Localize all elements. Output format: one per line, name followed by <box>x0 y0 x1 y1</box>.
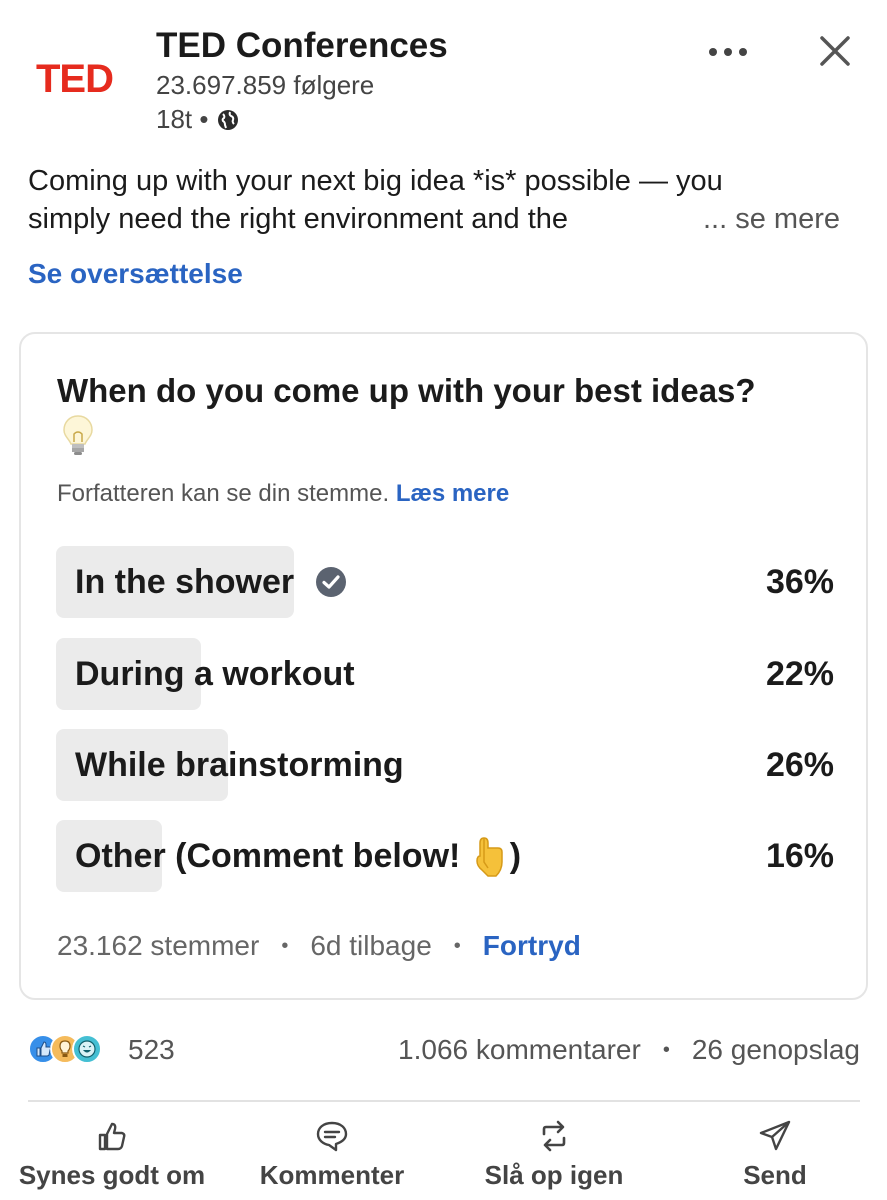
poll-card: When do you come up with your best ideas… <box>19 332 868 1000</box>
comment-icon <box>316 1121 348 1152</box>
read-more-link[interactable]: Læs mere <box>396 480 509 507</box>
like-button[interactable]: Synes godt om <box>12 1110 212 1200</box>
comment-button[interactable]: Kommenter <box>252 1110 412 1200</box>
post-time: 18t • <box>156 104 209 134</box>
send-button[interactable]: Send <box>720 1110 830 1200</box>
repost-icon <box>542 1120 566 1152</box>
like-label: Synes godt om <box>18 1160 206 1190</box>
pointing-down-icon <box>476 837 503 877</box>
poll-option-label: Other (Comment below! <box>75 837 470 875</box>
social-counts: 523 1.066 kommentarer • 26 genopslag <box>28 1030 860 1074</box>
light-bulb-icon <box>63 415 93 455</box>
funny-reaction-icon <box>72 1034 102 1064</box>
poll-option-percent: 22% <box>765 655 834 693</box>
poll-question: When do you come up with your best ideas… <box>57 372 756 409</box>
poll-footer: 23.162 stemmer • 6d tilbage • Fortryd <box>57 930 581 962</box>
action-bar: Synes godt om Kommenter Slå op igen Send <box>0 1110 887 1200</box>
post-meta: 18t • <box>156 104 240 135</box>
poll-option-label-end: ) <box>509 837 522 875</box>
poll-option[interactable]: During a workout 22% <box>56 638 834 710</box>
poll-option-label: While brainstorming <box>75 746 404 784</box>
post-text-line: simply need the right environment and th… <box>28 200 858 238</box>
comment-count[interactable]: 1.066 kommentarer <box>398 1034 641 1066</box>
see-translation-link[interactable]: Se oversættelse <box>28 258 243 290</box>
poll-option-percent: 36% <box>765 563 834 601</box>
globe-icon <box>218 109 239 130</box>
more-options-button[interactable] <box>700 32 756 72</box>
send-label: Send <box>743 1160 807 1190</box>
send-icon <box>759 1120 791 1151</box>
poll-option-percent: 16% <box>765 837 834 875</box>
reaction-count[interactable]: 523 <box>128 1034 175 1066</box>
check-circle-icon <box>316 567 347 597</box>
poll-option[interactable]: Other (Comment below! ) 16% <box>56 820 834 892</box>
post-text: Coming up with your next big idea *is* p… <box>28 162 858 238</box>
poll-note: Forfatteren kan se din stemme. Læs mere <box>57 480 510 507</box>
ted-logo[interactable]: TED <box>36 58 128 98</box>
undo-vote-link[interactable]: Fortryd <box>483 930 581 962</box>
reaction-icons[interactable] <box>28 1034 102 1064</box>
comment-label: Kommenter <box>259 1160 405 1190</box>
time-left: 6d tilbage <box>310 930 432 961</box>
vote-count: 23.162 stemmer <box>57 930 260 961</box>
poll-option[interactable]: While brainstorming 26% <box>56 729 834 801</box>
thumbs-up-icon <box>98 1122 126 1151</box>
repost-label: Slå op igen <box>484 1160 624 1190</box>
poll-option-label: In the shower <box>75 563 295 601</box>
see-more-link[interactable]: ... se mere <box>673 200 840 238</box>
poll-option-percent: 26% <box>765 746 834 784</box>
more-horizontal-icon <box>709 48 717 56</box>
post-header: TED TED Conferences 23.697.859 følgere 1… <box>0 0 887 150</box>
post-text-line: Coming up with your next big idea *is* p… <box>28 165 723 197</box>
follower-count: 23.697.859 følgere <box>156 70 375 100</box>
svg-text:TED: TED <box>36 58 113 98</box>
divider <box>28 1100 860 1102</box>
repost-button[interactable]: Slå op igen <box>470 1110 638 1200</box>
poll-option[interactable]: In the shower 36% <box>56 546 834 618</box>
repost-count[interactable]: 26 genopslag <box>692 1034 860 1066</box>
close-icon[interactable] <box>812 28 858 74</box>
org-name[interactable]: TED Conferences <box>156 26 448 66</box>
poll-option-label: During a workout <box>75 655 355 693</box>
